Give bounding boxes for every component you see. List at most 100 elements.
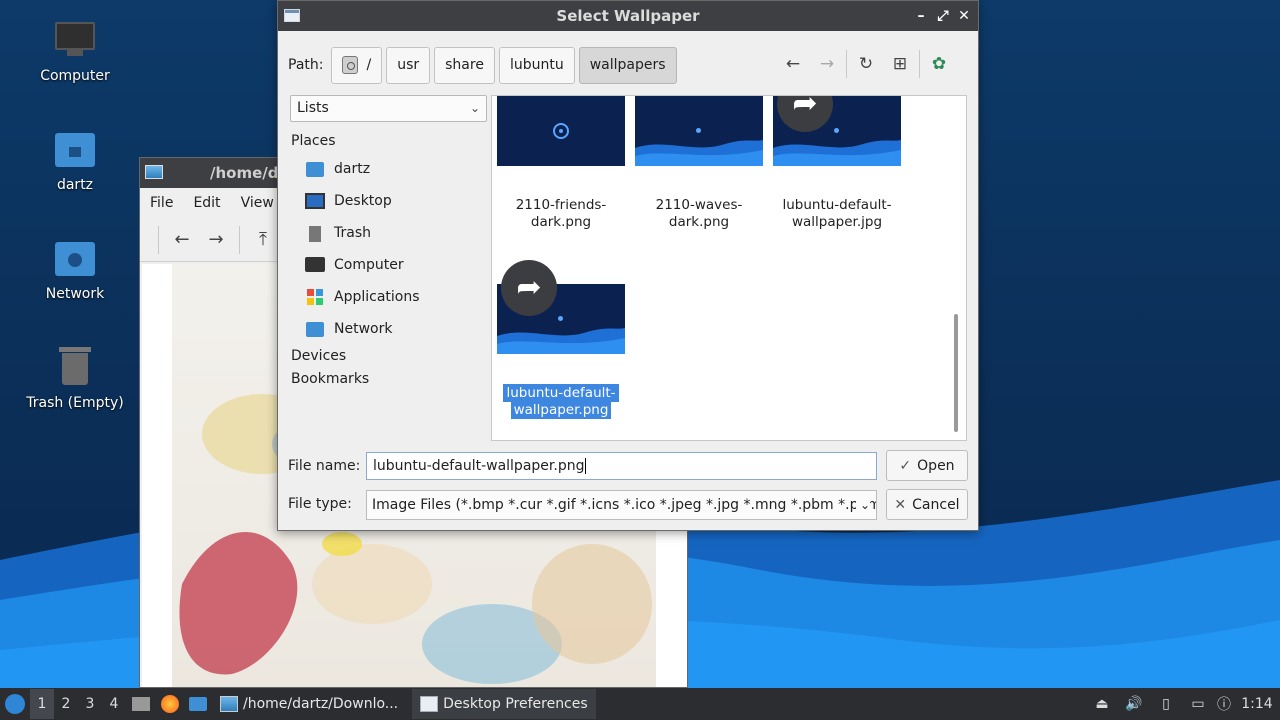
- file-type-row: File type:: [288, 489, 366, 519]
- menu-view[interactable]: View: [241, 195, 274, 211]
- trash-icon: [305, 223, 325, 243]
- start-menu-button[interactable]: [0, 688, 30, 720]
- toolbar-separator: [239, 225, 240, 254]
- close-icon: ✕: [894, 496, 907, 513]
- minimize-icon[interactable]: –: [910, 1, 932, 31]
- cancel-button[interactable]: ✕ Cancel: [886, 489, 968, 520]
- forward-arrow-icon[interactable]: →: [810, 54, 844, 74]
- file-type-label: File type:: [288, 496, 352, 512]
- sidebar-item-trash[interactable]: Trash: [291, 217, 491, 249]
- path-bar: Path: / usr share lubuntu wallpapers: [288, 46, 681, 84]
- file-thumbnail[interactable]: [635, 96, 763, 166]
- computer-icon: [53, 18, 97, 62]
- places-sidebar: Places dartz Desktop Trash Computer Appl…: [291, 133, 491, 391]
- file-name-label: File name:: [288, 458, 361, 474]
- breadcrumb-wallpapers[interactable]: wallpapers: [578, 46, 677, 84]
- viewer-title: /home/d: [210, 164, 279, 182]
- file-name-label[interactable]: 2110-waves- dark.png: [633, 197, 765, 231]
- path-label: Path:: [288, 57, 324, 73]
- desktop-icon-network[interactable]: Network: [15, 236, 135, 302]
- bookmarks-header[interactable]: Bookmarks: [291, 371, 491, 391]
- chevron-down-icon: ⌄: [469, 101, 480, 115]
- forward-arrow-icon[interactable]: →: [199, 229, 233, 250]
- new-folder-icon[interactable]: ⊞: [883, 54, 917, 74]
- back-arrow-icon[interactable]: ←: [776, 54, 810, 74]
- places-header[interactable]: Places: [291, 133, 491, 153]
- open-button[interactable]: ✓ Open: [886, 450, 968, 481]
- file-name-label-selected[interactable]: lubuntu-default- wallpaper.png: [495, 384, 627, 419]
- network-folder-icon: [53, 236, 97, 280]
- home-folder-icon: [305, 159, 325, 179]
- system-tray: ⏏ 🔊 ▯ ▭ ⓘ 1:14: [1086, 688, 1280, 720]
- sidebar-item-desktop[interactable]: Desktop: [291, 185, 491, 217]
- sidebar-item-applications[interactable]: Applications: [291, 281, 491, 313]
- firefox-launcher[interactable]: [156, 688, 184, 720]
- select-wallpaper-dialog: Select Wallpaper – ⤢ ✕ Path: / usr share…: [277, 0, 979, 531]
- workspace-3[interactable]: 3: [78, 696, 102, 712]
- devices-header[interactable]: Devices: [291, 348, 491, 371]
- computer-icon: [305, 255, 325, 275]
- firefox-icon: [161, 695, 179, 713]
- clipboard-icon[interactable]: ▯: [1150, 696, 1182, 712]
- task-desktop-preferences[interactable]: Desktop Preferences: [412, 689, 596, 719]
- reload-icon[interactable]: ↻: [849, 54, 883, 74]
- menu-edit[interactable]: Edit: [193, 195, 220, 211]
- eject-icon[interactable]: ⏏: [1086, 696, 1118, 712]
- back-arrow-icon[interactable]: ←: [165, 229, 199, 250]
- file-thumbnail[interactable]: [497, 96, 625, 166]
- file-name-row: File name:: [288, 451, 366, 481]
- network-icon[interactable]: ▭: [1182, 696, 1214, 712]
- sidebar-item-home[interactable]: dartz: [291, 153, 491, 185]
- window-icon: [420, 696, 439, 712]
- image-viewer-icon: [145, 165, 163, 179]
- nav-buttons: ← → ↻ ⊞ ✿: [776, 47, 956, 81]
- sidebar-item-network[interactable]: Network: [291, 313, 491, 345]
- file-manager-launcher[interactable]: [184, 688, 212, 720]
- volume-icon[interactable]: 🔊: [1118, 696, 1150, 712]
- breadcrumb-usr[interactable]: usr: [386, 46, 431, 84]
- upload-arrow-icon[interactable]: ⤒: [246, 229, 280, 250]
- workspace-4[interactable]: 4: [102, 696, 126, 712]
- task-image-viewer[interactable]: /home/dartz/Downlo...: [212, 689, 406, 719]
- file-name-input[interactable]: lubuntu-default-wallpaper.png: [366, 452, 877, 480]
- desktop-icon-computer[interactable]: Computer: [15, 18, 135, 84]
- breadcrumb-root[interactable]: /: [331, 46, 383, 84]
- menu-file[interactable]: File: [150, 195, 173, 211]
- symlink-icon: ➦: [501, 260, 557, 316]
- close-icon[interactable]: ✕: [953, 1, 975, 31]
- breadcrumb-share[interactable]: share: [434, 46, 495, 84]
- taskbar: 1 2 3 4 /home/dartz/Downlo... Desktop Pr…: [0, 688, 1280, 720]
- file-view: 2110-friends- dark.png 2110-waves- dark.…: [491, 95, 967, 441]
- workspace-2[interactable]: 2: [54, 696, 78, 712]
- breadcrumb-lubuntu[interactable]: lubuntu: [498, 46, 575, 84]
- file-name-label[interactable]: lubuntu-default- wallpaper.jpg: [771, 197, 903, 231]
- file-name-label[interactable]: 2110-friends- dark.png: [495, 197, 627, 231]
- nav-separator: [919, 50, 920, 78]
- workspace-1[interactable]: 1: [30, 689, 54, 719]
- trash-icon: [53, 345, 97, 389]
- sidebar-item-computer[interactable]: Computer: [291, 249, 491, 281]
- drive-icon: [342, 56, 359, 74]
- show-desktop-icon: [132, 697, 150, 711]
- app-menu-icon[interactable]: ✿: [922, 54, 956, 74]
- dialog-titlebar[interactable]: Select Wallpaper – ⤢ ✕: [278, 1, 978, 31]
- clock[interactable]: 1:14: [1234, 696, 1280, 712]
- home-folder-icon: [53, 127, 97, 171]
- network-folder-icon: [305, 319, 325, 339]
- view-mode-select[interactable]: Lists ⌄: [290, 95, 487, 122]
- folder-icon: [189, 697, 207, 711]
- maximize-icon[interactable]: ⤢: [932, 1, 954, 31]
- nav-separator: [846, 50, 847, 78]
- scrollbar[interactable]: [954, 314, 958, 432]
- desktop-icon-trash[interactable]: Trash (Empty): [15, 345, 135, 411]
- desktop-icon-home[interactable]: dartz: [15, 127, 135, 193]
- update-notifier-icon[interactable]: ⓘ: [1214, 694, 1234, 714]
- dialog-title: Select Wallpaper: [556, 7, 700, 25]
- desktop-icon: [305, 191, 325, 211]
- checkmark-icon: ✓: [899, 457, 912, 474]
- lubuntu-logo-icon: [5, 694, 25, 714]
- file-type-select[interactable]: Image Files (*.bmp *.cur *.gif *.icns *.…: [366, 490, 877, 520]
- window-icon: [284, 9, 300, 22]
- show-desktop-button[interactable]: [126, 688, 156, 720]
- image-viewer-icon: [220, 696, 238, 712]
